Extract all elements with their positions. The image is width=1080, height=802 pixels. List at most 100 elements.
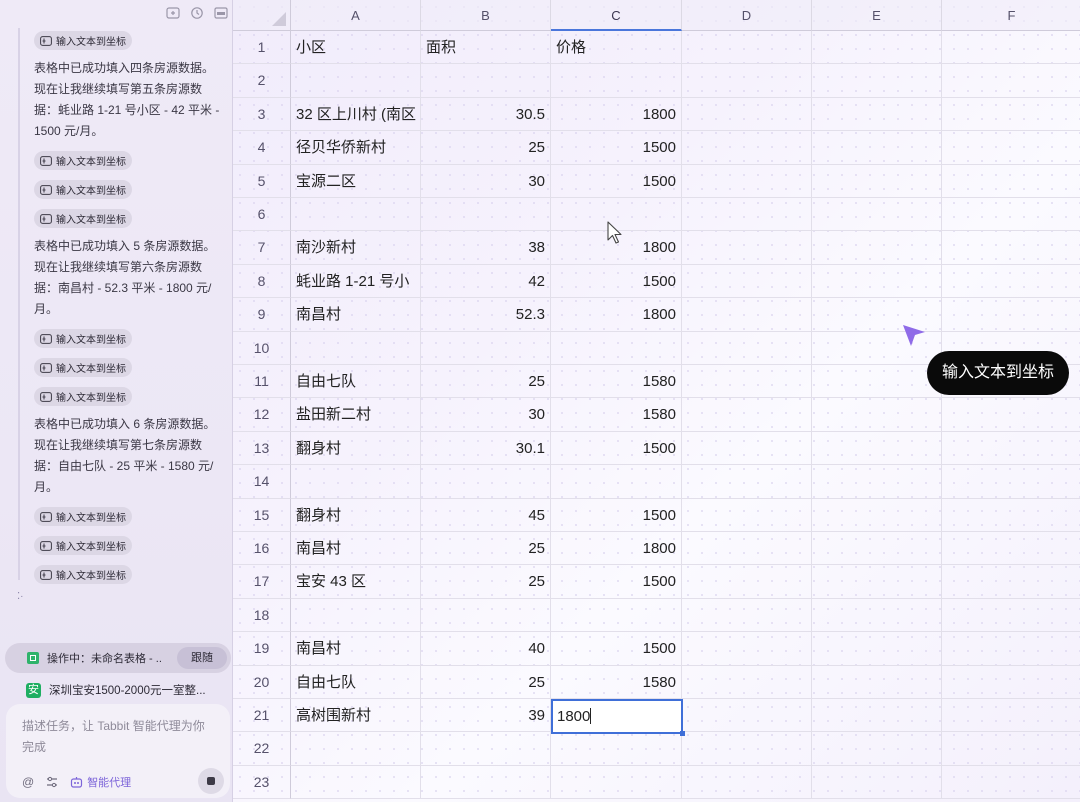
cell-e6[interactable]	[812, 198, 942, 232]
cell-e17[interactable]	[812, 565, 942, 599]
cell-b20[interactable]: 25	[421, 665, 551, 699]
row-header[interactable]: 5	[233, 164, 291, 198]
cell-f19[interactable]	[942, 632, 1080, 666]
cell-b18[interactable]	[421, 598, 551, 633]
cell-f8[interactable]	[942, 265, 1080, 299]
composer-placeholder[interactable]: 描述任务，让 Tabbit 智能代理为你完成	[22, 716, 212, 758]
cell-c3[interactable]: 1800	[551, 97, 682, 132]
cell-d22[interactable]	[682, 732, 812, 766]
cell-c15[interactable]: 1500	[551, 498, 682, 532]
row-header[interactable]: 12	[233, 398, 291, 432]
row-header[interactable]: 4	[233, 131, 291, 165]
cell-c4[interactable]: 1500	[551, 131, 682, 165]
cell-d8[interactable]	[682, 264, 812, 299]
cell-f3[interactable]	[942, 98, 1080, 132]
stop-button[interactable]	[198, 768, 224, 794]
cell-d20[interactable]	[682, 665, 812, 699]
cell-b15[interactable]: 45	[421, 498, 551, 532]
cell-c23[interactable]	[551, 765, 682, 800]
cell-f12[interactable]	[942, 398, 1080, 432]
cell-d5[interactable]	[682, 164, 812, 198]
cell-d3[interactable]	[682, 97, 812, 132]
cell-d10[interactable]	[682, 331, 812, 365]
cell-d15[interactable]	[682, 498, 812, 532]
cell-f2[interactable]	[942, 64, 1080, 98]
cell-f22[interactable]	[942, 732, 1080, 766]
cell-f14[interactable]	[942, 465, 1080, 499]
column-header-f[interactable]: F	[942, 0, 1080, 31]
cell-a4[interactable]: 径贝华侨新村	[291, 131, 421, 165]
row-header[interactable]: 17	[233, 565, 291, 599]
cell-c11[interactable]: 1580	[551, 365, 682, 399]
row-header[interactable]: 14	[233, 465, 291, 499]
cell-f7[interactable]	[942, 231, 1080, 265]
cell-f20[interactable]	[942, 666, 1080, 699]
cell-b13[interactable]: 30.1	[421, 431, 551, 466]
context-tab[interactable]: 安 深圳宝安1500-2000元一室整...	[10, 677, 222, 703]
row-header[interactable]: 10	[233, 331, 291, 365]
cell-a11[interactable]: 自由七队	[291, 365, 421, 399]
row-header[interactable]: 1	[233, 31, 291, 65]
mention-icon[interactable]: @	[22, 775, 34, 789]
cell-a2[interactable]	[291, 64, 421, 98]
cell-d16[interactable]	[682, 532, 812, 566]
cell-b17[interactable]: 25	[421, 565, 551, 599]
cell-e23[interactable]	[812, 765, 942, 800]
cell-d7[interactable]	[682, 231, 812, 265]
column-header-d[interactable]: D	[682, 0, 812, 31]
cell-e4[interactable]	[812, 131, 942, 165]
cell-d23[interactable]	[682, 765, 812, 800]
cell-c18[interactable]	[551, 598, 682, 633]
cell-a12[interactable]: 盐田新二村	[291, 398, 421, 432]
cell-b22[interactable]	[421, 732, 551, 766]
row-header[interactable]: 21	[233, 699, 291, 733]
cell-a19[interactable]: 南昌村	[291, 632, 421, 666]
cell-a15[interactable]: 翻身村	[291, 498, 421, 532]
cell-c12[interactable]: 1580	[551, 398, 682, 432]
cell-e21[interactable]	[812, 699, 942, 733]
cell-c17[interactable]: 1500	[551, 565, 682, 599]
row-header[interactable]: 3	[233, 97, 291, 132]
cell-c20[interactable]: 1580	[551, 665, 682, 699]
cell-f16[interactable]	[942, 532, 1080, 566]
cell-d18[interactable]	[682, 598, 812, 633]
row-header[interactable]: 8	[233, 264, 291, 299]
cell-f18[interactable]	[942, 599, 1080, 633]
cell-e8[interactable]	[812, 264, 942, 299]
cell-f23[interactable]	[942, 766, 1080, 800]
cell-d14[interactable]	[682, 465, 812, 499]
cell-b2[interactable]	[421, 64, 551, 98]
cell-c14[interactable]	[551, 465, 682, 499]
cell-a1[interactable]: 小区	[291, 31, 421, 65]
cell-b5[interactable]: 30	[421, 164, 551, 198]
row-header[interactable]: 18	[233, 598, 291, 633]
cell-f21[interactable]	[942, 699, 1080, 733]
cell-d4[interactable]	[682, 131, 812, 165]
row-header[interactable]: 13	[233, 431, 291, 466]
cell-e19[interactable]	[812, 632, 942, 666]
cell-a21[interactable]: 高树围新村	[291, 699, 421, 733]
cell-c8[interactable]: 1500	[551, 264, 682, 299]
cell-b4[interactable]: 25	[421, 131, 551, 165]
settings-sliders-icon[interactable]	[46, 776, 58, 788]
cell-a20[interactable]: 自由七队	[291, 665, 421, 699]
row-header[interactable]: 23	[233, 765, 291, 800]
cell-a14[interactable]	[291, 465, 421, 499]
row-header[interactable]: 2	[233, 64, 291, 98]
cell-c19[interactable]: 1500	[551, 632, 682, 666]
cell-c22[interactable]	[551, 732, 682, 766]
cell-c1[interactable]: 价格	[551, 31, 682, 65]
cell-b9[interactable]: 52.3	[421, 298, 551, 332]
follow-button[interactable]: 跟随	[177, 647, 227, 669]
column-header-c[interactable]: C	[551, 0, 682, 31]
row-header[interactable]: 7	[233, 231, 291, 265]
row-header[interactable]: 16	[233, 532, 291, 566]
row-header[interactable]: 15	[233, 498, 291, 532]
cell-a8[interactable]: 蚝业路 1-21 号小	[291, 264, 421, 299]
tool-call-chip[interactable]: 输入文本到坐标	[34, 536, 132, 555]
cell-a22[interactable]	[291, 732, 421, 766]
cell-d21[interactable]	[682, 699, 812, 733]
tool-call-chip[interactable]: 输入文本到坐标	[34, 507, 132, 526]
cell-c2[interactable]	[551, 64, 682, 98]
cell-b21[interactable]: 39	[421, 699, 551, 733]
